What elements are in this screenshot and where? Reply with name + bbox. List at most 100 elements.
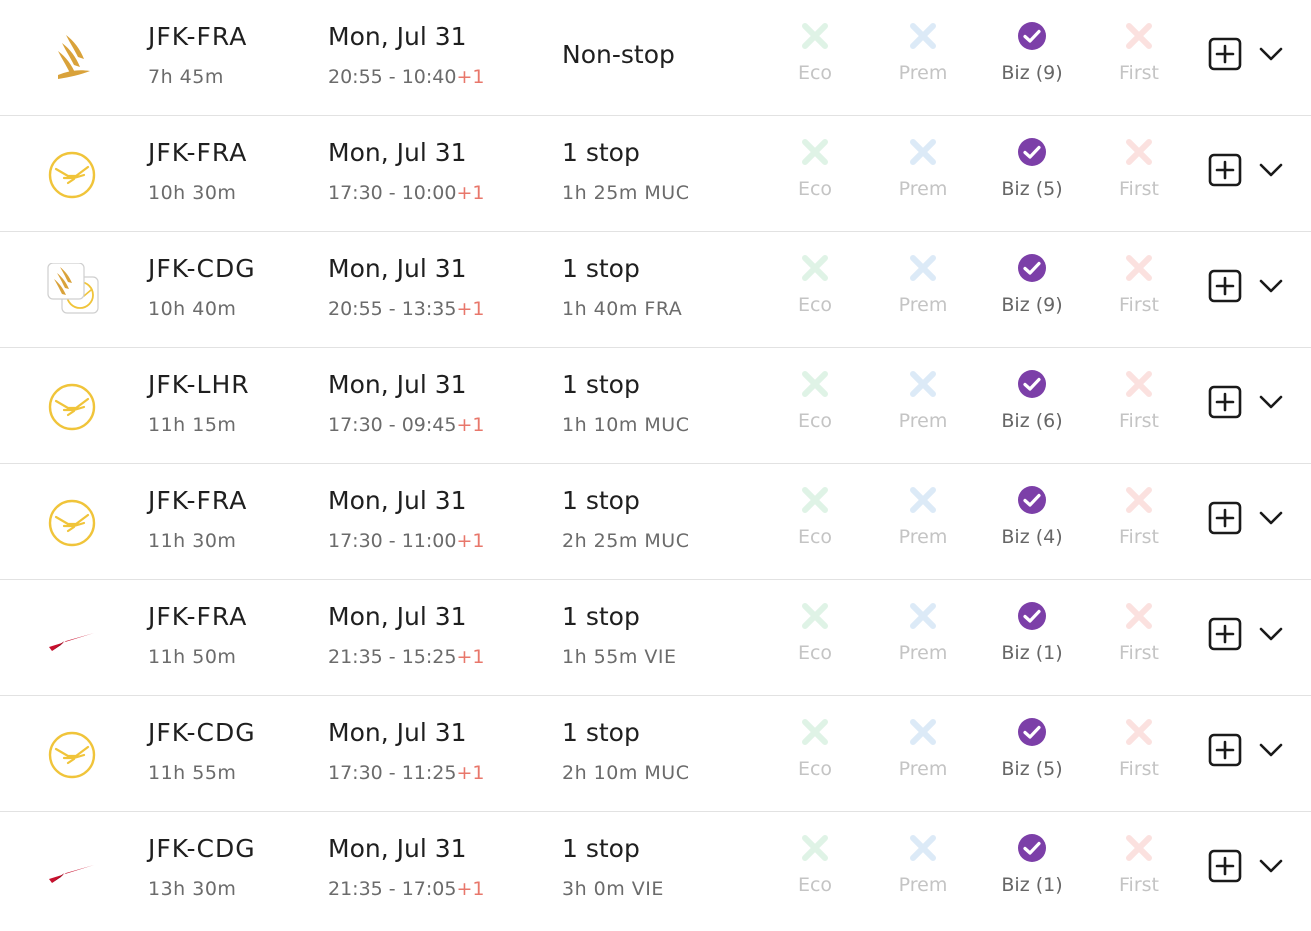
stops-count: 1 stop [562,370,640,399]
cabin-first: First [1094,20,1184,84]
chevron-down-icon [1259,511,1283,525]
expand-button[interactable] [1257,508,1285,528]
expand-button[interactable] [1257,160,1285,180]
check-circle-icon [1016,136,1048,168]
expand-button[interactable] [1257,276,1285,296]
flight-duration: 7h 45m [148,66,224,88]
cabin-prem: Prem [878,368,968,432]
check-circle-icon [1016,716,1048,748]
chevron-down-icon [1259,743,1283,757]
cabin-eco-label: Eco [797,178,833,200]
cabin-biz: Biz (6) [987,368,1077,432]
time-range: 21:35 - 15:25 [328,646,457,668]
cabin-biz: Biz (9) [987,20,1077,84]
expand-button[interactable] [1257,624,1285,644]
cabin-first-label: First [1119,642,1159,664]
flight-times: 20:55 - 13:35+1 [328,298,484,320]
flight-row[interactable]: JFK-LHR 11h 15m Mon, Jul 31 17:30 - 09:4… [0,348,1311,464]
route: JFK-FRA [148,486,248,515]
stops-count: Non-stop [562,40,675,69]
expand-button[interactable] [1257,392,1285,412]
add-button[interactable] [1208,269,1242,303]
add-button[interactable] [1208,617,1242,651]
add-button[interactable] [1208,37,1242,71]
expand-button[interactable] [1257,44,1285,64]
flight-row[interactable]: JFK-FRA 10h 30m Mon, Jul 31 17:30 - 10:0… [0,116,1311,232]
cabin-prem: Prem [878,252,968,316]
stops-count: 1 stop [562,602,640,631]
cabin-prem: Prem [878,832,968,896]
route: JFK-CDG [148,834,256,863]
cabin-eco-label: Eco [797,642,833,664]
cabin-eco-label: Eco [797,62,833,84]
add-button[interactable] [1208,153,1242,187]
route: JFK-FRA [148,138,248,167]
lufthansa-logo-icon [44,495,100,551]
cabin-first-label: First [1119,874,1159,896]
departure-date: Mon, Jul 31 [328,602,467,631]
cabin-eco-label: Eco [797,526,833,548]
layover-info: 2h 10m MUC [562,762,690,784]
time-range: 20:55 - 10:40 [328,66,457,88]
cabin-first-label: First [1119,526,1159,548]
chevron-down-icon [1259,163,1283,177]
departure-date: Mon, Jul 31 [328,138,467,167]
lufthansa-logo-icon [44,727,100,783]
flight-row[interactable]: JFK-CDG 11h 55m Mon, Jul 31 17:30 - 11:2… [0,696,1311,812]
layover-info: 3h 0m VIE [562,878,664,900]
flight-row[interactable]: JFK-FRA 7h 45m Mon, Jul 31 20:55 - 10:40… [0,0,1311,116]
cabin-eco: Eco [770,484,860,548]
expand-button[interactable] [1257,740,1285,760]
x-icon [907,600,939,632]
cabin-prem: Prem [878,716,968,780]
plus-square-icon [1208,385,1242,419]
day-offset: +1 [456,530,485,552]
add-button[interactable] [1208,733,1242,767]
departure-date: Mon, Jul 31 [328,254,467,283]
stops-count: 1 stop [562,254,640,283]
cabin-biz-label: Biz (1) [1001,642,1063,664]
chevron-down-icon [1259,627,1283,641]
flight-duration: 11h 55m [148,762,237,784]
route: JFK-FRA [148,22,248,51]
cabin-prem: Prem [878,136,968,200]
flight-row[interactable]: JFK-CDG 10h 40m Mon, Jul 31 20:55 - 13:3… [0,232,1311,348]
cabin-biz-label: Biz (4) [1001,526,1063,548]
cabin-biz: Biz (4) [987,484,1077,548]
cabin-eco-label: Eco [797,294,833,316]
cabin-eco-label: Eco [797,410,833,432]
flight-duration: 11h 30m [148,530,237,552]
plus-square-icon [1208,269,1242,303]
cabin-prem-label: Prem [898,874,948,896]
check-circle-icon [1016,484,1048,516]
cabin-prem-label: Prem [898,294,948,316]
flight-row[interactable]: JFK-CDG 13h 30m Mon, Jul 31 21:35 - 17:0… [0,812,1311,928]
cabin-first: First [1094,136,1184,200]
cabin-first: First [1094,832,1184,896]
flight-duration: 11h 15m [148,414,237,436]
stops-count: 1 stop [562,486,640,515]
add-button[interactable] [1208,501,1242,535]
add-button[interactable] [1208,385,1242,419]
cabin-first-label: First [1119,294,1159,316]
cabin-biz: Biz (5) [987,716,1077,780]
flight-row[interactable]: JFK-FRA 11h 30m Mon, Jul 31 17:30 - 11:0… [0,464,1311,580]
layover-info: 1h 55m VIE [562,646,677,668]
flight-times: 20:55 - 10:40+1 [328,66,484,88]
day-offset: +1 [456,182,485,204]
x-icon [1123,252,1155,284]
flight-row[interactable]: JFK-FRA 11h 50m Mon, Jul 31 21:35 - 15:2… [0,580,1311,696]
add-button[interactable] [1208,849,1242,883]
time-range: 17:30 - 10:00 [328,182,457,204]
cabin-eco: Eco [770,600,860,664]
stops-count: 1 stop [562,834,640,863]
expand-button[interactable] [1257,856,1285,876]
flight-duration: 11h 50m [148,646,237,668]
x-icon [799,600,831,632]
cabin-eco: Eco [770,20,860,84]
cabin-eco: Eco [770,716,860,780]
flight-times: 17:30 - 10:00+1 [328,182,484,204]
cabin-eco: Eco [770,368,860,432]
departure-date: Mon, Jul 31 [328,486,467,515]
lufthansa-logo-icon [44,379,100,435]
